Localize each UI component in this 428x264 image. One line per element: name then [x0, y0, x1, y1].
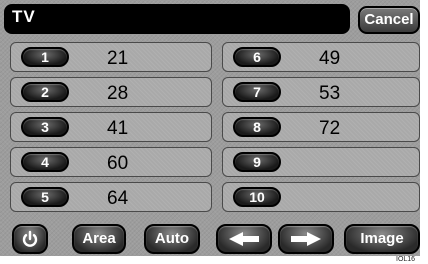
preset-channel-7: 53	[319, 83, 341, 104]
preset-row-1[interactable]: 1 21	[10, 42, 212, 72]
power-button[interactable]	[12, 224, 48, 254]
area-button[interactable]: Area	[72, 224, 126, 254]
arrow-left-icon	[229, 232, 259, 246]
reference-code: IOL16	[396, 256, 416, 263]
preset-row-4[interactable]: 4 60	[10, 147, 212, 177]
preset-button-5[interactable]: 5	[21, 187, 69, 207]
preset-channel-1: 21	[107, 48, 129, 69]
preset-channel-5: 64	[107, 188, 129, 209]
preset-row-2[interactable]: 2 28	[10, 77, 212, 107]
preset-button-1[interactable]: 1	[21, 47, 69, 67]
preset-row-7[interactable]: 7 53	[222, 77, 420, 107]
image-button[interactable]: Image	[344, 224, 420, 254]
preset-row-5[interactable]: 5 64	[10, 182, 212, 212]
cancel-button[interactable]: Cancel	[358, 6, 420, 34]
preset-channel-4: 60	[107, 153, 129, 174]
preset-button-9[interactable]: 9	[233, 152, 281, 172]
preset-button-10[interactable]: 10	[233, 187, 281, 207]
preset-button-4[interactable]: 4	[21, 152, 69, 172]
preset-channel-8: 72	[319, 118, 341, 139]
tv-preset-screen: TV Cancel 1 21 2 28 3 41 4 60 5 64 6 49 …	[0, 0, 420, 256]
preset-button-8[interactable]: 8	[233, 117, 281, 137]
arrow-right-icon	[291, 232, 321, 246]
preset-row-9[interactable]: 9	[222, 147, 420, 177]
prev-button[interactable]	[216, 224, 272, 254]
next-button[interactable]	[278, 224, 334, 254]
screen-title: TV	[12, 7, 36, 26]
preset-column-left: 1 21 2 28 3 41 4 60 5 64	[10, 42, 212, 217]
preset-row-6[interactable]: 6 49	[222, 42, 420, 72]
preset-button-2[interactable]: 2	[21, 82, 69, 102]
auto-button[interactable]: Auto	[144, 224, 200, 254]
preset-row-10[interactable]: 10	[222, 182, 420, 212]
preset-button-3[interactable]: 3	[21, 117, 69, 137]
preset-row-8[interactable]: 8 72	[222, 112, 420, 142]
preset-channel-2: 28	[107, 83, 129, 104]
preset-channel-3: 41	[107, 118, 129, 139]
preset-button-6[interactable]: 6	[233, 47, 281, 67]
preset-row-3[interactable]: 3 41	[10, 112, 212, 142]
bottom-toolbar: Area Auto Image	[0, 224, 420, 256]
preset-column-right: 6 49 7 53 8 72 9 10	[222, 42, 420, 217]
title-bar: TV	[4, 4, 350, 34]
preset-button-7[interactable]: 7	[233, 82, 281, 102]
preset-channel-6: 49	[319, 48, 341, 69]
power-icon	[22, 230, 38, 247]
